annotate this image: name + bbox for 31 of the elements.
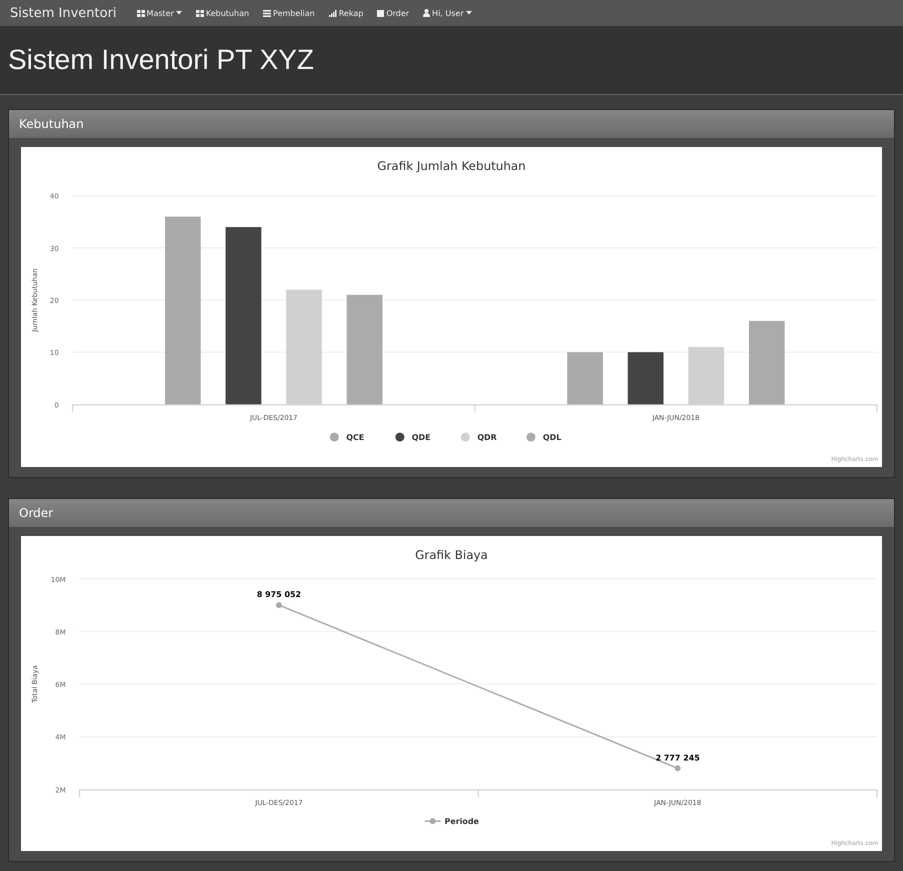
brand-title[interactable]: Sistem Inventori: [10, 6, 117, 20]
chart-title: Grafik Biaya: [415, 548, 488, 562]
square-icon: [377, 10, 384, 16]
chart-title: Grafik Jumlah Kebutuhan: [377, 158, 526, 173]
data-point: [276, 602, 282, 608]
legend-label[interactable]: QDL: [542, 433, 562, 442]
panel-heading: Kebutuhan: [9, 110, 894, 138]
data-label: 2 777 245: [656, 753, 700, 762]
panel-heading: Order: [9, 499, 894, 527]
nav-item[interactable]: Pembelian: [263, 8, 315, 18]
bar: [628, 352, 664, 404]
legend-label[interactable]: QDE: [412, 433, 431, 442]
legend-label[interactable]: QDR: [477, 433, 497, 442]
bar: [688, 346, 724, 404]
data-point: [674, 765, 681, 772]
signal-icon: [328, 10, 337, 16]
nav-item[interactable]: Order: [377, 8, 410, 18]
nav-item[interactable]: Master: [136, 8, 182, 18]
nav-item[interactable]: Rekap: [328, 8, 364, 18]
legend-label[interactable]: QCE: [346, 433, 364, 442]
nav-item[interactable]: Kebutuhan: [196, 8, 250, 18]
grid-icon: [136, 10, 145, 16]
legend-marker: [424, 818, 441, 824]
user-icon: [423, 9, 430, 17]
page-title: Sistem Inventori PT XYZ: [8, 44, 314, 76]
legend-label[interactable]: Periode: [444, 817, 479, 826]
grid-icon: [196, 10, 204, 16]
nav-item[interactable]: Hi, User: [423, 8, 472, 18]
data-label: 8 975 052: [256, 590, 302, 600]
list-icon: [263, 10, 272, 16]
bar: [567, 352, 603, 404]
